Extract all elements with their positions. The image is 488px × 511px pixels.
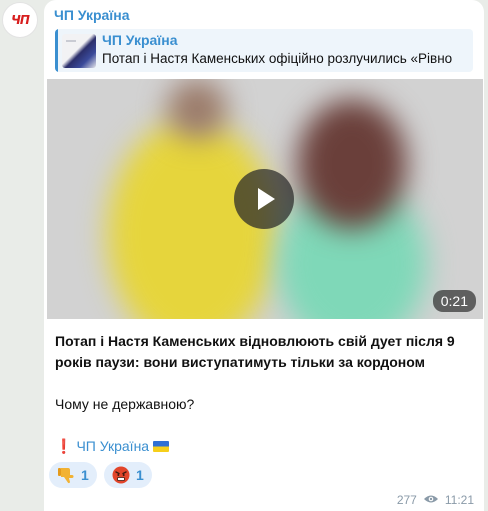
video-blur-hair xyxy=(297,99,407,229)
signature-link[interactable]: ЧП Україна xyxy=(76,438,149,454)
post-headline: Потап і Настя Каменських відновлюють сві… xyxy=(55,333,455,370)
forwarded-text: Потап і Настя Каменських офіційно розлуч… xyxy=(102,51,453,66)
post-signature: ❗ ЧП Україна xyxy=(55,436,475,457)
ukraine-flag-icon xyxy=(153,441,170,452)
message-time: 11:21 xyxy=(444,493,474,507)
thumbs-down-icon xyxy=(57,466,75,484)
angry-face-icon xyxy=(112,466,130,484)
video-duration: 0:21 xyxy=(432,290,476,312)
exclamation-icon: ❗ xyxy=(55,438,73,454)
quote-bar xyxy=(55,29,58,72)
message-bubble: ЧП Україна ЧП Україна Потап і Настя Каме… xyxy=(44,0,484,511)
forwarded-thumbnail xyxy=(62,34,96,68)
post-question: Чому не державною? xyxy=(55,396,195,412)
reaction-thumbs-down[interactable]: 1 xyxy=(49,462,97,488)
reaction-angry[interactable]: 1 xyxy=(104,462,152,488)
forwarded-preview[interactable]: ЧП Україна Потап і Настя Каменських офіц… xyxy=(55,29,473,72)
post-text: Потап і Настя Каменських відновлюють сві… xyxy=(55,331,475,457)
channel-avatar[interactable]: ЧП xyxy=(2,2,38,38)
eye-icon xyxy=(423,493,439,507)
channel-logo: ЧП xyxy=(11,13,30,27)
play-icon xyxy=(258,188,275,210)
channel-name[interactable]: ЧП Україна xyxy=(54,7,130,23)
message-meta: 277 11:21 xyxy=(397,493,474,507)
reaction-count: 1 xyxy=(136,467,144,483)
video-blur-head xyxy=(167,79,227,139)
forwarded-channel-name: ЧП Україна xyxy=(102,32,178,48)
view-count: 277 xyxy=(396,493,417,507)
play-button[interactable] xyxy=(234,169,294,229)
video-preview[interactable]: 0:21 xyxy=(47,79,483,319)
reaction-count: 1 xyxy=(81,467,89,483)
